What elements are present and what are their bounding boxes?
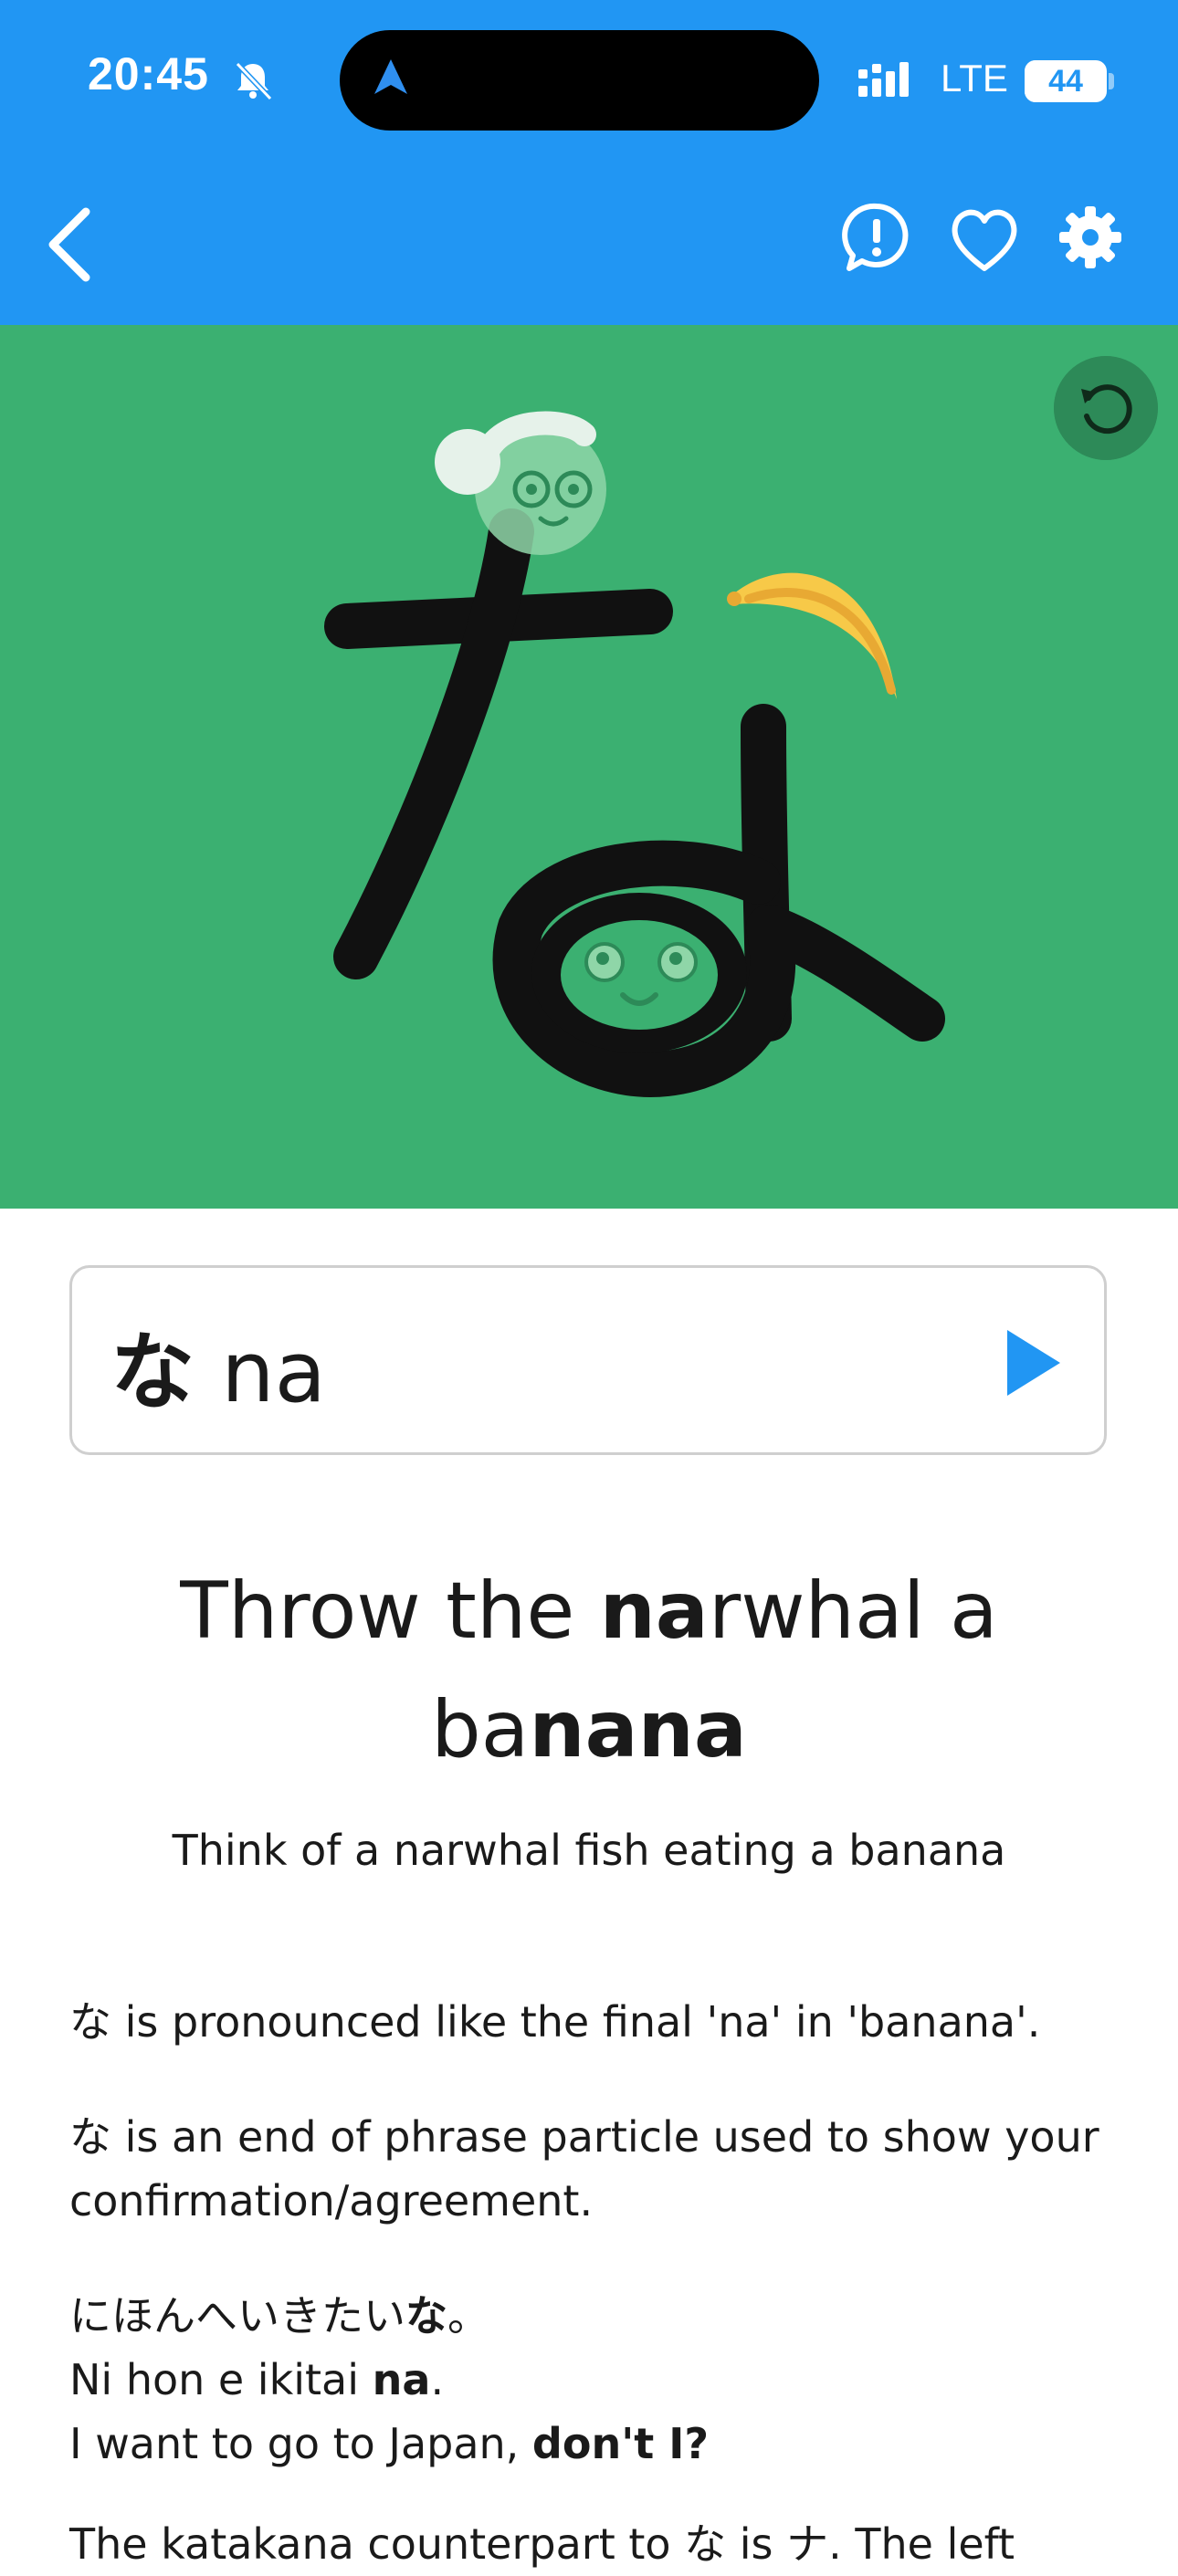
example-text: . <box>430 2355 445 2404</box>
pronunciation-note: な is pronounced like the final 'na' in '… <box>69 1997 1041 2047</box>
example-english: I want to go to Japan, don't I? <box>69 2412 1120 2476</box>
mnemonic-illustration <box>0 325 1178 1209</box>
headline-highlight: nana <box>529 1684 747 1775</box>
mnemonic-headline: Throw the narwhal a banana <box>91 1552 1087 1789</box>
katakana-note: The katakana counterpart to な is ナ. The … <box>69 2519 1015 2569</box>
example-text: にほんへいきたい <box>69 2291 405 2340</box>
example-highlight: na <box>372 2355 431 2404</box>
kana-character: な <box>110 1324 195 1421</box>
example-block: にほんへいきたいな。 Ni hon e ikitai na. I want to… <box>69 2284 1120 2476</box>
battery-tip <box>1109 73 1114 89</box>
replay-icon[interactable] <box>1054 356 1158 460</box>
kana-label: な na <box>110 1304 326 1426</box>
status-bar: 20:45 LTE 44 <box>0 0 1178 164</box>
back-chevron-icon[interactable] <box>40 197 104 288</box>
location-arrow-icon <box>374 59 407 94</box>
gear-icon[interactable] <box>1054 201 1127 274</box>
usage-note: な is an end of phrase particle used to s… <box>69 2112 1099 2225</box>
heart-icon[interactable] <box>948 204 1021 277</box>
kana-card: な na <box>69 1265 1107 1455</box>
example-text: 。 <box>447 2291 489 2340</box>
example-highlight: don't I? <box>531 2419 710 2468</box>
bell-muted-icon <box>235 61 273 101</box>
headline-part: Throw the <box>180 1565 600 1657</box>
example-romaji: Ni hon e ikitai na. <box>69 2348 1120 2412</box>
mnemonic-hint: Think of a narwhal fish eating a banana <box>172 1826 1006 1875</box>
network-label: LTE <box>941 57 1008 99</box>
battery-label: 44 <box>1048 64 1083 99</box>
dynamic-island <box>340 30 819 131</box>
example-japanese: にほんへいきたいな。 <box>69 2284 1120 2348</box>
app-bar <box>0 164 1178 325</box>
signal-icon <box>858 62 909 97</box>
example-text: I want to go to Japan, <box>69 2419 532 2468</box>
battery-indicator: 44 <box>1025 60 1107 102</box>
headline-highlight: na <box>599 1565 709 1657</box>
example-highlight: な <box>405 2291 447 2340</box>
example-text: Ni hon e ikitai <box>69 2355 373 2404</box>
report-icon[interactable] <box>840 201 913 274</box>
status-time: 20:45 <box>88 48 209 99</box>
kana-romaji: na <box>221 1324 326 1421</box>
play-audio-icon[interactable] <box>985 1317 1077 1408</box>
kana-illustration <box>324 411 945 1097</box>
